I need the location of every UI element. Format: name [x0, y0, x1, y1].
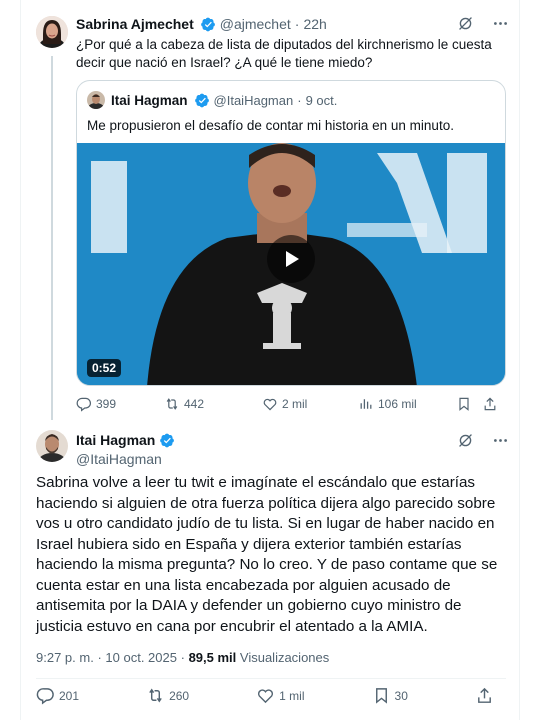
reply-count: 201	[59, 688, 80, 703]
reply-button[interactable]: 399	[76, 396, 164, 412]
grok-icon[interactable]	[457, 15, 474, 32]
main-action-bar: 201 260 1 mil 30	[36, 686, 506, 705]
views-count: 89,5 mil	[188, 650, 237, 665]
bookmark-button[interactable]	[456, 396, 482, 412]
avatar-sabrina[interactable]	[36, 16, 68, 48]
views-count: 106 mil	[378, 397, 417, 411]
video-duration: 0:52	[87, 359, 122, 377]
parent-tweet-text: ¿Por qué a la cabeza de lista de diputad…	[76, 37, 492, 70]
reply-button[interactable]: 201	[36, 686, 79, 705]
share-icon	[484, 397, 496, 411]
repost-icon	[149, 688, 162, 703]
verified-badge-icon	[194, 93, 210, 108]
main-tweet-text: Sabrina volve a leer tu twit e imagínate…	[36, 474, 498, 635]
like-icon	[263, 398, 277, 411]
parent-tweet-header: Sabrina Ajmechet @ajmechet · 22h	[76, 14, 327, 34]
repost-button[interactable]: 442	[164, 396, 262, 412]
views-label: Visualizaciones	[239, 650, 330, 665]
quoted-tweet-text: Me propusieron el desafío de contar mi h…	[87, 118, 454, 133]
quoted-author-name: Itai Hagman	[111, 92, 188, 108]
share-icon	[478, 687, 491, 703]
avatar-sabrina-image	[36, 16, 68, 48]
verified-badge-icon	[200, 17, 216, 32]
play-icon	[286, 251, 299, 267]
quoted-author-handle: @ItaiHagman	[213, 92, 294, 108]
separator-dot: ·	[294, 16, 300, 32]
separator-dot: ·	[180, 650, 185, 665]
divider	[36, 678, 506, 679]
reply-icon	[36, 688, 54, 705]
main-tweet-header: Itai Hagman @ItaiHagman	[76, 431, 175, 467]
like-button[interactable]: 2 mil	[262, 396, 358, 412]
author-name[interactable]: Sabrina Ajmechet	[76, 16, 194, 32]
video-player[interactable]: 0:52	[77, 143, 505, 385]
like-count: 1 mil	[279, 688, 305, 703]
author-name[interactable]: Itai Hagman	[76, 432, 155, 448]
reply-count: 399	[96, 397, 117, 411]
quoted-tweet-date: 9 oct.	[305, 92, 338, 108]
bookmark-count: 30	[394, 688, 408, 703]
share-button[interactable]	[475, 686, 494, 705]
avatar-itai-image	[36, 430, 68, 462]
tweet-metadata: 9:27 p. m. · 10 oct. 2025 · 89,5 mil Vis…	[36, 650, 329, 665]
like-button[interactable]: 1 mil	[256, 686, 305, 705]
avatar-itai-small	[87, 91, 105, 109]
bookmark-icon	[459, 397, 469, 411]
bookmark-icon	[375, 688, 387, 704]
main-top-actions	[457, 432, 509, 449]
repost-count: 260	[169, 688, 190, 703]
author-handle[interactable]: @ItaiHagman	[76, 451, 175, 467]
parent-top-actions	[457, 15, 509, 32]
reply-icon	[76, 397, 91, 412]
repost-button[interactable]: 260	[146, 686, 189, 705]
thread-connector-line	[51, 56, 53, 420]
share-button[interactable]	[482, 396, 498, 412]
author-handle[interactable]: @ajmechet	[220, 16, 291, 32]
tweet-time[interactable]: 22h	[303, 16, 326, 32]
quoted-tweet-card[interactable]: Itai Hagman @ItaiHagman · 9 oct. Me prop…	[76, 80, 506, 386]
tweet-date[interactable]: 10 oct. 2025	[105, 650, 177, 665]
views-button[interactable]: 106 mil	[358, 396, 456, 412]
play-button[interactable]	[267, 235, 315, 283]
separator-dot: ·	[297, 92, 302, 108]
views-icon	[360, 399, 372, 409]
more-icon[interactable]	[492, 15, 509, 32]
grok-icon[interactable]	[457, 432, 474, 449]
separator-dot: ·	[97, 650, 102, 665]
verified-badge-icon	[160, 433, 175, 448]
more-icon[interactable]	[492, 432, 509, 449]
tweet-time[interactable]: 9:27 p. m.	[36, 650, 94, 665]
repost-count: 442	[184, 397, 205, 411]
bookmark-button[interactable]: 30	[372, 686, 408, 705]
quoted-tweet-header: Itai Hagman @ItaiHagman · 9 oct.	[87, 91, 337, 109]
repost-icon	[166, 398, 178, 410]
avatar-itai[interactable]	[36, 430, 68, 462]
like-count: 2 mil	[282, 397, 308, 411]
like-icon	[258, 689, 274, 704]
parent-action-bar: 399 442 2 mil 106 mil	[76, 396, 506, 412]
